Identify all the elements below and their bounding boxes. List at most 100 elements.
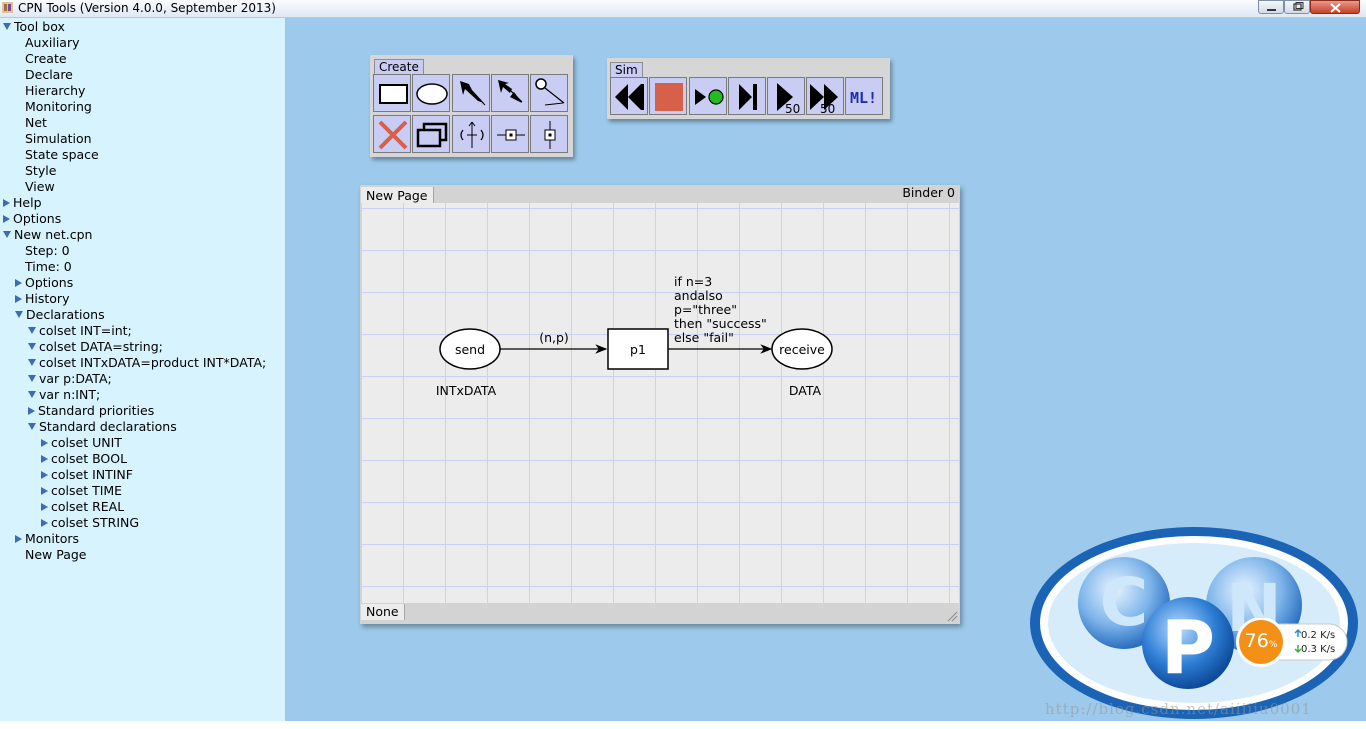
ellipse-tool-icon (416, 83, 448, 105)
tree-item-declare[interactable]: Declare (25, 67, 73, 83)
rectangle-tool[interactable] (373, 74, 411, 112)
tree-item-colset-intinf[interactable]: colset INTINF (41, 467, 133, 483)
tree-item-declarations[interactable]: Declarations (15, 307, 105, 323)
tree-item-hierarchy[interactable]: Hierarchy (25, 83, 85, 99)
expanded-triangle-icon[interactable] (28, 375, 36, 382)
tree-item-var-p-data[interactable]: var p:DATA; (28, 371, 112, 387)
tree-item-standard-declarations[interactable]: Standard declarations (28, 419, 177, 435)
tree-item-label: Net (25, 115, 47, 130)
tree-item-standard-priorities[interactable]: Standard priorities (28, 403, 154, 419)
arc-out-expression: if n=3 andalso p="three" then "success" … (674, 274, 767, 345)
stop-button[interactable] (649, 77, 687, 115)
tree-item-colset-bool[interactable]: colset BOOL (41, 451, 127, 467)
arc-tool[interactable] (452, 74, 490, 112)
expanded-triangle-icon[interactable] (28, 423, 36, 430)
collapsed-triangle-icon[interactable] (3, 198, 10, 207)
place-send-colset: INTxDATA (436, 383, 497, 398)
vertical-guideline-tool[interactable] (530, 115, 568, 153)
expanded-triangle-icon[interactable] (3, 231, 11, 238)
page-tab[interactable]: New Page (361, 187, 434, 203)
tree-item-view[interactable]: View (25, 179, 55, 195)
tree-item-colset-int-int[interactable]: colset INT=int; (28, 323, 132, 339)
collapsed-triangle-icon[interactable] (41, 438, 48, 447)
inhibitor-arc-tool[interactable] (530, 74, 568, 112)
tree-item-label: Step: 0 (25, 243, 70, 258)
tree-item-net[interactable]: Net (25, 115, 47, 131)
tree-item-new-page[interactable]: New Page (25, 547, 87, 563)
collapsed-triangle-icon[interactable] (41, 486, 48, 495)
collapsed-triangle-icon[interactable] (15, 534, 22, 543)
tree-item-colset-time[interactable]: colset TIME (41, 483, 122, 499)
sim-palette-tab[interactable]: Sim (610, 62, 643, 77)
tree-item-colset-unit[interactable]: colset UNIT (41, 435, 122, 451)
svg-text:C: C (1100, 564, 1148, 641)
tree-item-options[interactable]: Options (15, 275, 73, 291)
expanded-triangle-icon[interactable] (28, 343, 36, 350)
tree-item-time-0[interactable]: Time: 0 (25, 259, 72, 275)
create-palette-tab[interactable]: Create (374, 59, 424, 74)
net-canvas[interactable]: send INTxDATA (n,p) p1 receive DATA if n… (361, 203, 959, 603)
tree-item-step-0[interactable]: Step: 0 (25, 243, 70, 259)
collapsed-triangle-icon[interactable] (15, 294, 22, 303)
binder-window[interactable]: New Page Binder 0 send INTxDATA (n,p) p1… (360, 185, 960, 624)
tree-item-monitoring[interactable]: Monitoring (25, 99, 92, 115)
toggle-direction-tool[interactable] (452, 115, 490, 153)
tree-item-help[interactable]: Help (3, 195, 42, 211)
expanded-triangle-icon[interactable] (3, 23, 11, 30)
horizontal-guideline-tool[interactable] (491, 115, 529, 153)
net-drawing: send INTxDATA (n,p) p1 receive DATA (436, 328, 833, 398)
close-button[interactable] (1310, 0, 1360, 14)
tree-item-colset-real[interactable]: colset REAL (41, 499, 124, 515)
tree-item-create[interactable]: Create (25, 51, 67, 67)
tree-item-label: Options (13, 211, 62, 226)
bottom-tab[interactable]: None (361, 604, 405, 620)
tree-item-monitors[interactable]: Monitors (15, 531, 79, 547)
ml-evaluate-label: ML! (850, 89, 877, 107)
place-receive-name: receive (779, 342, 825, 357)
tree-item-new-net-cpn[interactable]: New net.cpn (3, 227, 92, 243)
clone-tool[interactable] (412, 115, 450, 153)
maximize-button[interactable] (1284, 0, 1310, 14)
expanded-triangle-icon[interactable] (15, 311, 23, 318)
tree-item-history[interactable]: History (15, 291, 69, 307)
collapsed-triangle-icon[interactable] (41, 502, 48, 511)
collapsed-triangle-icon[interactable] (15, 278, 22, 287)
create-palette[interactable]: Create (370, 55, 573, 157)
expanded-triangle-icon[interactable] (28, 327, 36, 334)
collapsed-triangle-icon[interactable] (41, 518, 48, 527)
tree-item-style[interactable]: Style (25, 163, 56, 179)
collapsed-triangle-icon[interactable] (3, 214, 10, 223)
ml-evaluate-button[interactable]: ML! (845, 77, 883, 115)
tree-item-colset-data-string[interactable]: colset DATA=string; (28, 339, 163, 355)
resize-grip-icon[interactable] (946, 610, 958, 622)
collapsed-triangle-icon[interactable] (41, 454, 48, 463)
fast-forward-button[interactable]: 50 (806, 77, 844, 116)
tree-item-label: Monitors (25, 531, 80, 546)
tree-item-tool-box[interactable]: Tool box (3, 19, 65, 35)
tree-item-label: Standard priorities (38, 403, 155, 418)
sim-palette[interactable]: Sim 50 50 ML! (607, 58, 890, 119)
rewind-button[interactable] (610, 77, 648, 115)
ml-evaluate-icon: ML! (850, 89, 877, 107)
ellipse-tool[interactable] (412, 74, 450, 112)
tree-item-var-n-int[interactable]: var n:INT; (28, 387, 100, 403)
play-steps-button[interactable]: 50 (767, 77, 805, 116)
tree-item-auxiliary[interactable]: Auxiliary (25, 35, 80, 51)
expanded-triangle-icon[interactable] (28, 391, 36, 398)
tree-item-state-space[interactable]: State space (25, 147, 99, 163)
single-step-button[interactable] (689, 77, 727, 115)
binder-label: Binder 0 (902, 185, 955, 200)
expanded-triangle-icon[interactable] (28, 359, 36, 366)
collapsed-triangle-icon[interactable] (28, 406, 35, 415)
tree-item-colset-intxdata-product-int-data[interactable]: colset INTxDATA=product INT*DATA; (28, 355, 266, 371)
tree-item-label: Time: 0 (25, 259, 72, 274)
collapsed-triangle-icon[interactable] (41, 470, 48, 479)
tree-item-options[interactable]: Options (3, 211, 61, 227)
tree-item-colset-string[interactable]: colset STRING (41, 515, 139, 531)
double-arc-tool[interactable] (491, 74, 529, 112)
tree-item-simulation[interactable]: Simulation (25, 131, 92, 147)
minimize-icon (1267, 9, 1276, 11)
minimize-button[interactable] (1258, 0, 1284, 14)
delete-tool[interactable] (373, 115, 411, 153)
step-end-button[interactable] (728, 77, 766, 115)
